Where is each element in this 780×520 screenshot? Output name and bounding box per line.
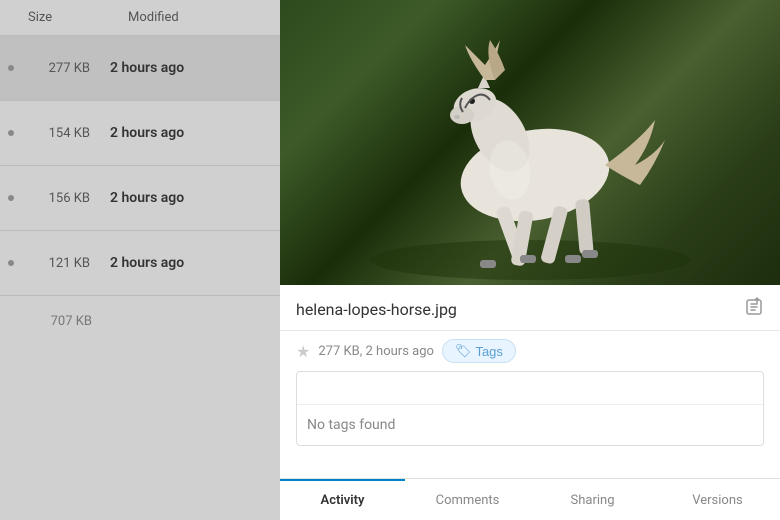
tab-sharing[interactable]: Sharing (530, 479, 655, 520)
file-list-panel: Size Modified 277 KB 2 hours ago 154 KB … (0, 0, 280, 520)
tab-comments[interactable]: Comments (405, 479, 530, 520)
file-row[interactable]: 277 KB 2 hours ago (0, 36, 280, 101)
total-size: 707 KB (22, 314, 92, 329)
star-icon[interactable]: ★ (296, 342, 310, 361)
no-tags-message: No tags found (297, 405, 763, 445)
file-dot-icon (8, 195, 14, 201)
file-size: 277 KB (20, 61, 90, 76)
tags-dropdown: No tags found (296, 371, 764, 446)
bottom-tabs: Activity Comments Sharing Versions (280, 478, 780, 520)
file-dot-icon (8, 260, 14, 266)
file-meta-text: 277 KB, 2 hours ago (318, 344, 434, 359)
file-dot-icon (8, 65, 14, 71)
size-column-header: Size (28, 10, 108, 25)
export-icon[interactable] (744, 297, 764, 322)
file-info-bar: helena-lopes-horse.jpg (280, 285, 780, 331)
file-size: 156 KB (20, 191, 90, 206)
file-name: helena-lopes-horse.jpg (296, 300, 457, 319)
file-size: 154 KB (20, 126, 90, 141)
file-modified: 2 hours ago (110, 60, 272, 76)
file-meta-bar: ★ 277 KB, 2 hours ago 🏷 Tags (280, 331, 780, 371)
tags-button[interactable]: 🏷 Tags (442, 339, 516, 363)
horse-image (280, 0, 780, 285)
tab-versions[interactable]: Versions (655, 479, 780, 520)
file-size: 121 KB (20, 256, 90, 271)
total-row: 707 KB (0, 296, 280, 346)
image-preview (280, 0, 780, 285)
file-dot-icon (8, 130, 14, 136)
file-detail-panel: helena-lopes-horse.jpg ★ 277 KB, 2 hours… (280, 0, 780, 520)
file-modified: 2 hours ago (110, 255, 272, 271)
file-modified: 2 hours ago (110, 190, 272, 206)
tab-activity[interactable]: Activity (280, 479, 405, 520)
file-row[interactable]: 154 KB 2 hours ago (0, 101, 280, 166)
modified-column-header: Modified (128, 10, 264, 25)
tags-button-label: Tags (475, 344, 502, 359)
tags-search-input[interactable] (297, 372, 763, 405)
file-modified: 2 hours ago (110, 125, 272, 141)
list-header: Size Modified (0, 0, 280, 36)
file-row[interactable]: 156 KB 2 hours ago (0, 166, 280, 231)
tag-icon: 🏷 (455, 343, 472, 359)
file-row[interactable]: 121 KB 2 hours ago (0, 231, 280, 296)
